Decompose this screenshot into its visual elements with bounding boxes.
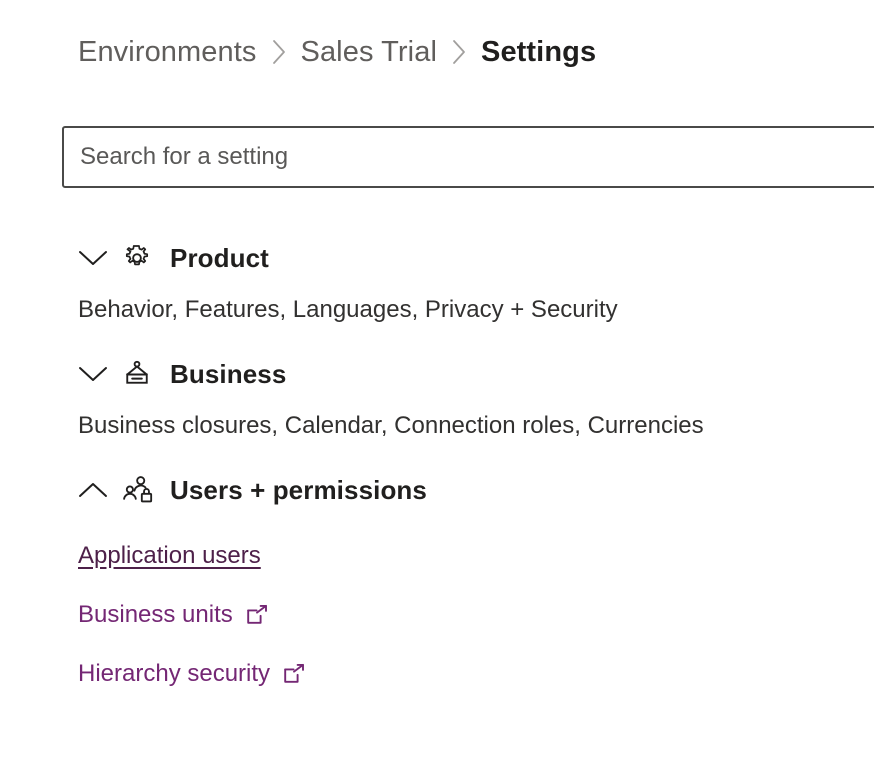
open-in-new-window-icon[interactable] (245, 603, 269, 627)
users-lock-icon (122, 474, 164, 506)
link-hierarchy-security[interactable]: Hierarchy security (78, 660, 270, 688)
breadcrumb-item-settings: Settings (481, 35, 597, 68)
chevron-up-icon[interactable] (78, 481, 112, 499)
group-header-users-permissions[interactable]: Users + permissions (0, 468, 874, 512)
gear-icon (122, 243, 164, 273)
group-header-product[interactable]: Product (0, 236, 874, 280)
search-setting-box[interactable] (62, 126, 874, 188)
chevron-right-icon (271, 39, 287, 65)
list-item: Application users (78, 534, 874, 578)
chevron-down-icon[interactable] (78, 365, 112, 383)
link-business-units[interactable]: Business units (78, 601, 233, 629)
users-permissions-link-list: Application users Business units Hierarc… (0, 534, 874, 696)
settings-group-product: Product Behavior, Features, Languages, P… (0, 236, 874, 324)
hanging-sign-icon (122, 359, 164, 389)
chevron-right-icon (451, 39, 467, 65)
open-in-new-window-icon[interactable] (282, 662, 306, 686)
chevron-down-icon[interactable] (78, 249, 112, 267)
group-description-business: Business closures, Calendar, Connection … (78, 412, 704, 439)
link-application-users[interactable]: Application users (78, 542, 261, 570)
group-title-business: Business (170, 358, 287, 389)
settings-page: Environments Sales Trial Settings Search… (0, 0, 874, 768)
group-description-product: Behavior, Features, Languages, Privacy +… (78, 296, 618, 323)
list-item: Business units (78, 593, 874, 637)
settings-group-business: Business Business closures, Calendar, Co… (0, 352, 874, 440)
settings-group-list: Product Behavior, Features, Languages, P… (0, 236, 874, 711)
group-title-users-permissions: Users + permissions (170, 474, 427, 505)
breadcrumb-item-environments[interactable]: Environments (78, 36, 257, 69)
breadcrumb: Environments Sales Trial Settings (78, 30, 596, 74)
breadcrumb-item-sales-trial[interactable]: Sales Trial (301, 36, 438, 69)
settings-group-users-permissions: Users + permissions Application users Bu… (0, 468, 874, 696)
list-item: Hierarchy security (78, 652, 874, 696)
group-title-product: Product (170, 242, 269, 273)
search-input[interactable] (80, 128, 874, 186)
group-header-business[interactable]: Business (0, 352, 874, 396)
